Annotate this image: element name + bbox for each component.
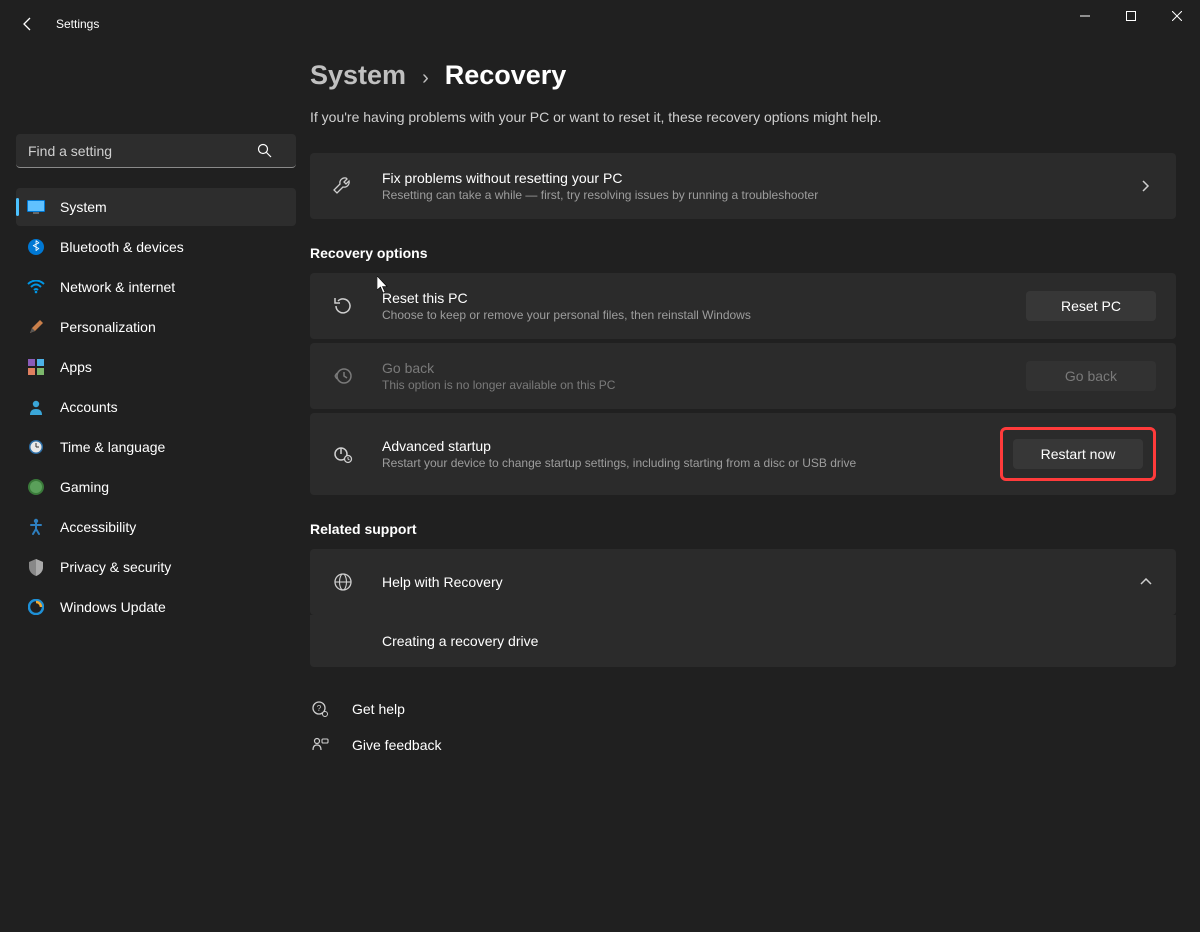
feedback-icon	[310, 735, 330, 755]
sidebar-item-apps[interactable]: Apps	[16, 348, 296, 386]
close-button[interactable]	[1154, 0, 1200, 32]
back-button[interactable]	[16, 12, 40, 36]
sidebar-item-network[interactable]: Network & internet	[16, 268, 296, 306]
card-title: Go back	[382, 360, 1026, 376]
sidebar-item-time[interactable]: Time & language	[16, 428, 296, 466]
display-icon	[26, 197, 46, 217]
card-subtitle: Resetting can take a while — first, try …	[382, 188, 1136, 202]
sidebar-item-system[interactable]: System	[16, 188, 296, 226]
brush-icon	[26, 317, 46, 337]
reset-pc-card: Reset this PC Choose to keep or remove y…	[310, 273, 1176, 339]
highlight-annotation: Restart now	[1000, 427, 1156, 481]
search-icon	[257, 143, 272, 158]
section-recovery-options: Recovery options	[310, 245, 1176, 261]
intro-text: If you're having problems with your PC o…	[310, 109, 1176, 125]
sidebar-item-update[interactable]: Windows Update	[16, 588, 296, 626]
bottom-links: ? Get help Give feedback	[310, 691, 1176, 763]
card-title: Advanced startup	[382, 438, 994, 454]
sidebar-item-label: Bluetooth & devices	[60, 239, 184, 255]
globe-help-icon	[330, 569, 356, 595]
titlebar: Settings	[0, 0, 1200, 48]
section-related-support: Related support	[310, 521, 1176, 537]
card-title: Help with Recovery	[382, 574, 1136, 590]
history-icon	[330, 363, 356, 389]
reset-icon	[330, 293, 356, 319]
card-title: Reset this PC	[382, 290, 1026, 306]
apps-icon	[26, 357, 46, 377]
sidebar-item-label: Network & internet	[60, 279, 175, 295]
get-help-link[interactable]: ? Get help	[310, 691, 1176, 727]
advanced-startup-card: Advanced startup Restart your device to …	[310, 413, 1176, 495]
sidebar-item-label: Privacy & security	[60, 559, 171, 575]
search	[16, 134, 294, 168]
gaming-icon	[26, 477, 46, 497]
sidebar-item-label: Accessibility	[60, 519, 136, 535]
chevron-right-icon	[1136, 180, 1156, 192]
card-subtitle: Restart your device to change startup se…	[382, 456, 994, 470]
card-subtitle: Choose to keep or remove your personal f…	[382, 308, 1026, 322]
sidebar: System Bluetooth & devices Network & int…	[0, 48, 310, 932]
chevron-right-icon: ›	[422, 67, 429, 90]
sidebar-item-accessibility[interactable]: Accessibility	[16, 508, 296, 546]
sidebar-item-accounts[interactable]: Accounts	[16, 388, 296, 426]
breadcrumb-parent[interactable]: System	[310, 60, 406, 91]
breadcrumb: System › Recovery	[310, 60, 1176, 91]
maximize-button[interactable]	[1108, 0, 1154, 32]
help-icon: ?	[310, 699, 330, 719]
page-title: Recovery	[445, 60, 567, 91]
recovery-drive-link[interactable]: Creating a recovery drive	[310, 615, 1176, 667]
give-feedback-link[interactable]: Give feedback	[310, 727, 1176, 763]
reset-pc-button[interactable]: Reset PC	[1026, 291, 1156, 321]
link-label: Give feedback	[352, 737, 442, 753]
main-content: System › Recovery If you're having probl…	[310, 48, 1200, 932]
go-back-button: Go back	[1026, 361, 1156, 391]
sidebar-item-label: Time & language	[60, 439, 165, 455]
window-title: Settings	[56, 17, 99, 31]
restart-now-button[interactable]: Restart now	[1013, 439, 1143, 469]
clock-icon	[26, 437, 46, 457]
sidebar-item-label: Gaming	[60, 479, 109, 495]
search-input[interactable]	[16, 134, 296, 168]
bluetooth-icon	[26, 237, 46, 257]
svg-text:?: ?	[317, 704, 322, 713]
wrench-icon	[330, 173, 356, 199]
update-icon	[26, 597, 46, 617]
accessibility-icon	[26, 517, 46, 537]
power-settings-icon	[330, 441, 356, 467]
fix-problems-card[interactable]: Fix problems without resetting your PC R…	[310, 153, 1176, 219]
minimize-button[interactable]	[1062, 0, 1108, 32]
sidebar-item-label: Apps	[60, 359, 92, 375]
sidebar-item-personalization[interactable]: Personalization	[16, 308, 296, 346]
sidebar-item-label: System	[60, 199, 107, 215]
wifi-icon	[26, 277, 46, 297]
sidebar-item-bluetooth[interactable]: Bluetooth & devices	[16, 228, 296, 266]
window-controls	[1062, 0, 1200, 32]
sidebar-item-gaming[interactable]: Gaming	[16, 468, 296, 506]
person-icon	[26, 397, 46, 417]
link-label: Get help	[352, 701, 405, 717]
sidebar-item-privacy[interactable]: Privacy & security	[16, 548, 296, 586]
go-back-card: Go back This option is no longer availab…	[310, 343, 1176, 409]
sidebar-item-label: Windows Update	[60, 599, 166, 615]
shield-icon	[26, 557, 46, 577]
chevron-up-icon	[1136, 578, 1156, 586]
sidebar-item-label: Accounts	[60, 399, 118, 415]
sidebar-item-label: Personalization	[60, 319, 156, 335]
card-subtitle: This option is no longer available on th…	[382, 378, 1026, 392]
card-title: Fix problems without resetting your PC	[382, 170, 1136, 186]
help-recovery-card[interactable]: Help with Recovery	[310, 549, 1176, 615]
